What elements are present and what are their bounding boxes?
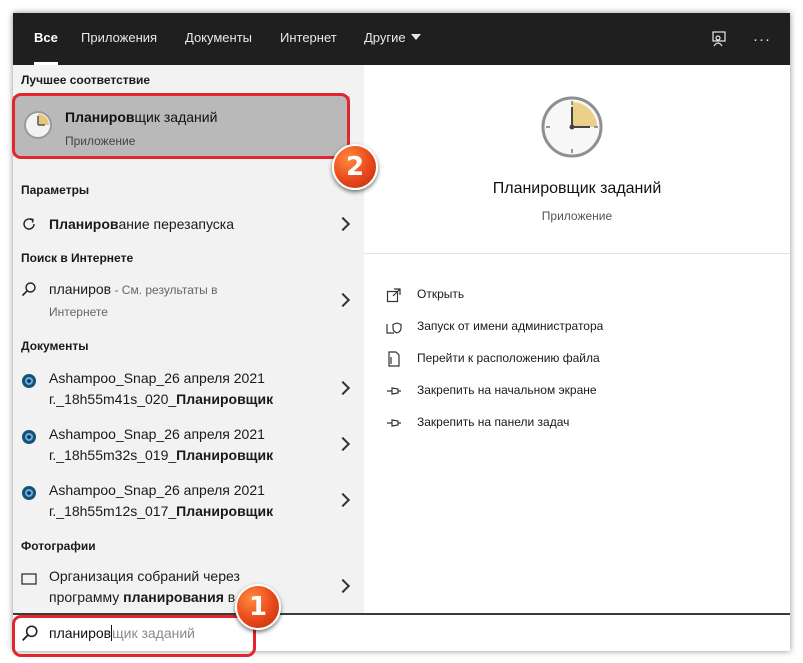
- search-input[interactable]: планировщик заданий: [49, 625, 195, 641]
- image-file-icon: [22, 374, 36, 388]
- document-item[interactable]: Ashampoo_Snap_26 апреля 2021 г._18h55m32s…: [13, 417, 362, 471]
- best-match-item[interactable]: Планировщик заданий Приложение: [13, 96, 350, 156]
- web-search-label: планиров - См. результаты в Интернете: [49, 281, 218, 319]
- action-pin-to-taskbar[interactable]: Закрепить на панели задач: [386, 413, 766, 435]
- chevron-right-icon: [335, 492, 351, 508]
- section-documents: Документы: [21, 339, 89, 353]
- action-pin-to-start[interactable]: Закрепить на начальном экране: [386, 381, 766, 403]
- step-badge-2: 2: [332, 144, 378, 190]
- action-open-file-location[interactable]: Перейти к расположению файла: [386, 349, 766, 371]
- section-settings: Параметры: [21, 183, 90, 197]
- more-options-icon[interactable]: ···: [748, 25, 776, 53]
- tab-apps[interactable]: Приложения: [81, 13, 157, 65]
- image-file-icon: [22, 430, 36, 444]
- section-photos: Фотографии: [21, 539, 96, 553]
- task-scheduler-large-icon: [541, 96, 603, 158]
- web-search-item[interactable]: планиров - См. результаты в Интернете: [13, 271, 362, 327]
- tab-web[interactable]: Интернет: [280, 13, 337, 65]
- photo-item[interactable]: Организация собраний через программу план…: [13, 559, 362, 613]
- best-match-title: Планировщик заданий: [65, 109, 218, 125]
- divider: [364, 253, 790, 254]
- feedback-icon[interactable]: [705, 25, 733, 53]
- file-location-icon: [388, 351, 400, 367]
- pin-icon: [387, 419, 401, 427]
- document-item[interactable]: Ashampoo_Snap_26 апреля 2021 г._18h55m41s…: [13, 361, 362, 415]
- section-best-match: Лучшее соответствие: [21, 73, 151, 87]
- chevron-right-icon: [335, 292, 351, 308]
- search-bar[interactable]: планировщик заданий: [13, 613, 790, 651]
- tab-more[interactable]: Другие: [364, 13, 421, 65]
- detail-app-subtitle: Приложение: [541, 209, 613, 223]
- action-open[interactable]: Открыть: [386, 285, 766, 307]
- chevron-right-icon: [335, 216, 351, 232]
- settings-item-label: Планирование перезапуска: [49, 216, 235, 232]
- chevron-right-icon: [335, 380, 351, 396]
- search-icon: [21, 282, 36, 297]
- open-icon: [386, 288, 401, 303]
- detail-app-title: Планировщик заданий: [492, 180, 662, 197]
- document-item[interactable]: Ashampoo_Snap_26 апреля 2021 г._18h55m12s…: [13, 473, 362, 527]
- refresh-icon: [23, 218, 35, 230]
- step-badge-1: 1: [235, 584, 281, 630]
- caret-down-icon: [410, 34, 421, 40]
- chevron-right-icon: [335, 436, 351, 452]
- search-window: Все Приложения Документы Интернет Другие…: [13, 13, 790, 651]
- document-label: Ashampoo_Snap_26 апреля 2021 г._18h55m41s…: [49, 370, 274, 407]
- document-label: Ashampoo_Snap_26 апреля 2021 г._18h55m12s…: [49, 482, 274, 519]
- action-run-as-admin[interactable]: Запуск от имени администратора: [386, 317, 766, 339]
- admin-shield-icon: [386, 322, 402, 334]
- search-icon: [22, 625, 38, 641]
- pin-icon: [387, 387, 401, 395]
- settings-restart-schedule-item[interactable]: Планирование перезапуска: [13, 205, 362, 243]
- chevron-right-icon: [335, 578, 351, 594]
- tab-all[interactable]: Все: [34, 13, 58, 65]
- document-label: Ashampoo_Snap_26 апреля 2021 г._18h55m32s…: [49, 426, 274, 463]
- section-web-search: Поиск в Интернете: [21, 251, 134, 265]
- photo-icon: [21, 573, 37, 585]
- detail-pane: Планировщик заданий Приложение Открыть З…: [364, 65, 790, 613]
- image-file-icon: [22, 486, 36, 500]
- filter-bar: Все Приложения Документы Интернет Другие…: [13, 13, 790, 65]
- results-pane: Лучшее соответствие Планировщик заданий …: [13, 65, 362, 613]
- task-scheduler-icon: [24, 111, 52, 139]
- tab-documents[interactable]: Документы: [185, 13, 252, 65]
- best-match-subtitle: Приложение: [65, 134, 136, 148]
